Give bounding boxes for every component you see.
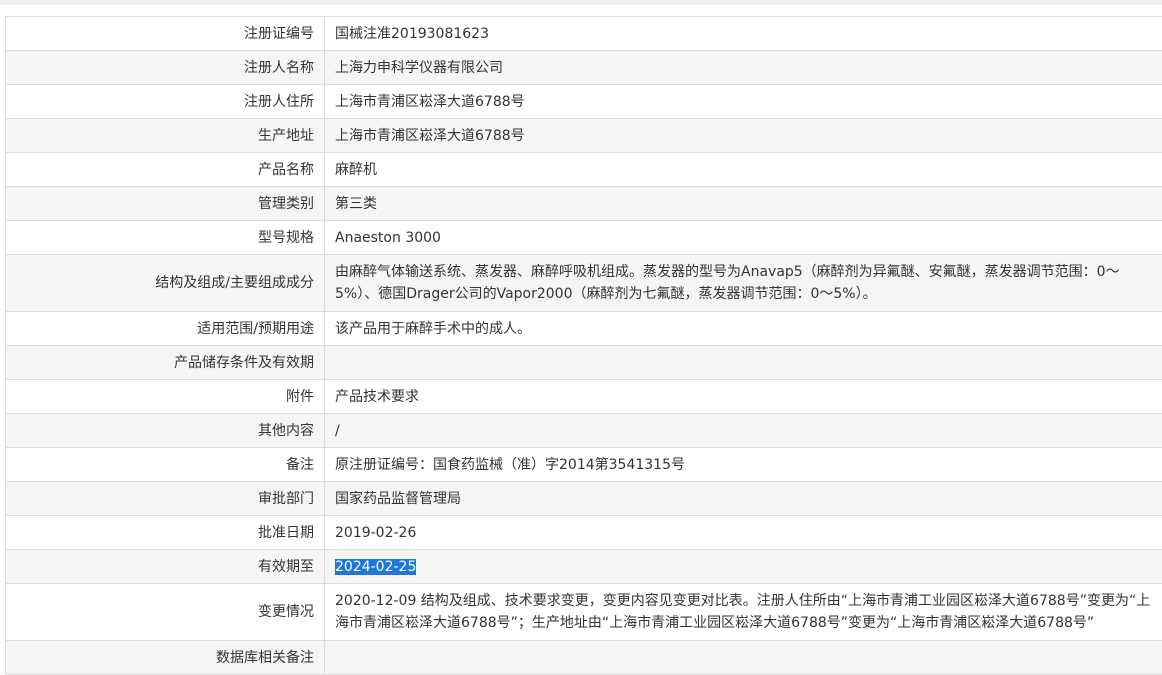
row-label: 产品储存条件及有效期 — [6, 346, 325, 380]
table-row: 其他内容 / — [6, 414, 1162, 448]
row-value[interactable]: 2024-02-25 — [325, 550, 1162, 584]
table-row: 注册证编号 国械注准20193081623 — [6, 17, 1162, 51]
row-value: 2019-02-26 — [325, 516, 1162, 550]
row-label: 注册人名称 — [6, 51, 325, 85]
row-value: 上海市青浦区崧泽大道6788号 — [325, 85, 1162, 119]
table-row: 结构及组成/主要组成成分 由麻醉气体输送系统、蒸发器、麻醉呼吸机组成。蒸发器的型… — [6, 255, 1162, 312]
table-row: 数据库相关备注 — [6, 641, 1162, 675]
row-value: 麻醉机 — [325, 153, 1162, 187]
table-row: 产品储存条件及有效期 — [6, 346, 1162, 380]
row-value: 产品技术要求 — [325, 380, 1162, 414]
row-label: 附件 — [6, 380, 325, 414]
table-row: 批准日期 2019-02-26 — [6, 516, 1162, 550]
row-label: 注册证编号 — [6, 17, 325, 51]
table-row: 注册人名称 上海力申科学仪器有限公司 — [6, 51, 1162, 85]
row-label: 适用范围/预期用途 — [6, 312, 325, 346]
table-row: 备注 原注册证编号：国食药监械（准）字2014第3541315号 — [6, 448, 1162, 482]
table-row: 产品名称 麻醉机 — [6, 153, 1162, 187]
row-label: 管理类别 — [6, 187, 325, 221]
row-value: 国械注准20193081623 — [325, 17, 1162, 51]
table-row: 适用范围/预期用途 该产品用于麻醉手术中的成人。 — [6, 312, 1162, 346]
table-row: 附件 产品技术要求 — [6, 380, 1162, 414]
table-row: 型号规格 Anaeston 3000 — [6, 221, 1162, 255]
row-value: / — [325, 414, 1162, 448]
row-label: 型号规格 — [6, 221, 325, 255]
row-label: 变更情况 — [6, 584, 325, 641]
row-value: 上海力申科学仪器有限公司 — [325, 51, 1162, 85]
row-value: Anaeston 3000 — [325, 221, 1162, 255]
table-row: 审批部门 国家药品监督管理局 — [6, 482, 1162, 516]
row-value — [325, 641, 1162, 675]
row-label: 批准日期 — [6, 516, 325, 550]
row-value: 第三类 — [325, 187, 1162, 221]
registration-detail-table: 注册证编号 国械注准20193081623 注册人名称 上海力申科学仪器有限公司… — [5, 16, 1162, 675]
row-value — [325, 346, 1162, 380]
table-row: 注册人住所 上海市青浦区崧泽大道6788号 — [6, 85, 1162, 119]
row-label: 其他内容 — [6, 414, 325, 448]
row-value: 原注册证编号：国食药监械（准）字2014第3541315号 — [325, 448, 1162, 482]
table-row: 有效期至 2024-02-25 — [6, 550, 1162, 584]
table-row: 管理类别 第三类 — [6, 187, 1162, 221]
row-label: 备注 — [6, 448, 325, 482]
selected-text[interactable]: 2024-02-25 — [335, 559, 416, 575]
row-value: 上海市青浦区崧泽大道6788号 — [325, 119, 1162, 153]
table-row: 生产地址 上海市青浦区崧泽大道6788号 — [6, 119, 1162, 153]
table-row: 变更情况 2020-12-09 结构及组成、技术要求变更，变更内容见变更对比表。… — [6, 584, 1162, 641]
row-label: 生产地址 — [6, 119, 325, 153]
row-label: 结构及组成/主要组成成分 — [6, 255, 325, 312]
row-value: 由麻醉气体输送系统、蒸发器、麻醉呼吸机组成。蒸发器的型号为Anavap5（麻醉剂… — [325, 255, 1162, 312]
row-label: 数据库相关备注 — [6, 641, 325, 675]
top-strip — [0, 0, 1162, 5]
row-label: 产品名称 — [6, 153, 325, 187]
row-value: 国家药品监督管理局 — [325, 482, 1162, 516]
row-label: 注册人住所 — [6, 85, 325, 119]
row-label: 审批部门 — [6, 482, 325, 516]
row-value: 该产品用于麻醉手术中的成人。 — [325, 312, 1162, 346]
row-label: 有效期至 — [6, 550, 325, 584]
row-value: 2020-12-09 结构及组成、技术要求变更，变更内容见变更对比表。注册人住所… — [325, 584, 1162, 641]
